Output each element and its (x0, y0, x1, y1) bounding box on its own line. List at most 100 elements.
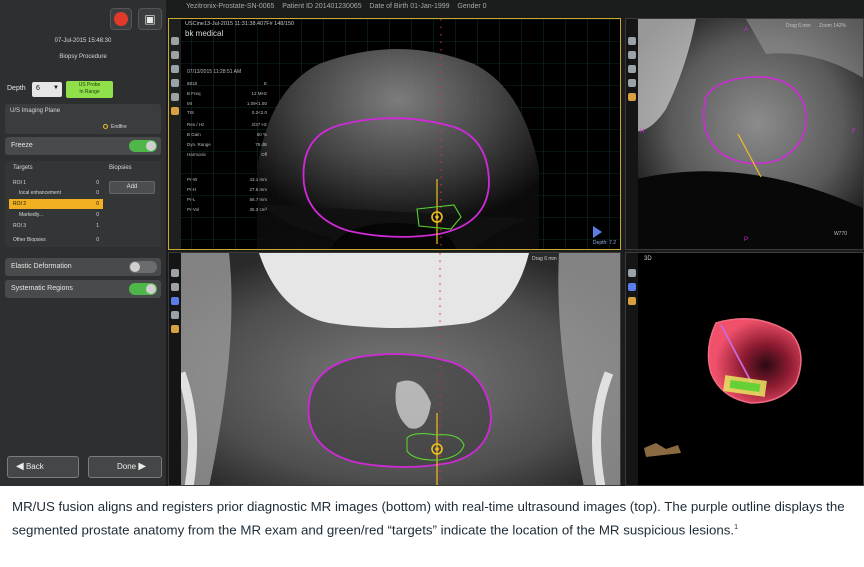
prostate-3d-model (644, 318, 802, 457)
sagittal-mr-viewport[interactable]: Drag 6 mm Zoom 142% A P H F W770 (625, 18, 864, 250)
us-measure-row: Pr-Vol 35.3 cm³ (187, 207, 267, 212)
done-button[interactable]: Done ▶ (88, 456, 162, 478)
target-row[interactable]: local enhancement 0 (9, 188, 103, 198)
imaging-plane-title: U/S Imaging Plane (10, 108, 61, 114)
us-measure-row: Pr-L 56.7 mm (187, 197, 267, 202)
reset-tool-icon[interactable] (171, 93, 179, 101)
depth-label: Depth (7, 85, 26, 92)
systematic-regions-toggle[interactable] (129, 283, 157, 295)
date-of-birth: Date of Birth 01-Jan-1999 (369, 3, 450, 10)
orientation-left: H (640, 129, 645, 135)
us-param-row: B Gain 50 % (187, 132, 267, 137)
target-count: 0 (96, 237, 99, 243)
sagittal-mr-image (626, 19, 863, 249)
ultrasound-toolbar (169, 19, 181, 249)
capture-tool-icon[interactable] (628, 93, 636, 101)
window-level-tool-icon[interactable] (171, 79, 179, 87)
target-count: 0 (96, 201, 99, 207)
depth-select[interactable]: 6 ▼ (32, 82, 62, 97)
sagittal-drag: Drag 6 mm (786, 23, 811, 29)
depth-readout: Depth: 7.2 (592, 240, 616, 246)
elastic-deformation-row: Elastic Deformation (5, 258, 161, 276)
us-measure-row: Pr-H 27.6 mm (187, 187, 267, 192)
orientation-right: F (852, 129, 856, 135)
axial-mr-viewport[interactable]: Drag 6 mm (168, 252, 621, 486)
orientation-bottom: P (744, 237, 749, 243)
us-param-row: B Freq 12 MHz (187, 91, 267, 96)
elastic-deformation-toggle[interactable] (129, 261, 157, 273)
record-icon (114, 12, 128, 26)
app-screenshot: ▣ 07-Jul-2015 15:48:30 Biopsy Procedure … (0, 0, 864, 486)
target-name: ROI 3 (13, 223, 27, 229)
camera-button[interactable]: ▣ (138, 8, 162, 30)
back-button[interactable]: ◀ Back (7, 456, 79, 478)
axial-toolbar (169, 253, 181, 485)
endfire-radio[interactable]: Endfire (103, 124, 127, 130)
window-level-tool-icon[interactable] (171, 311, 179, 319)
window-title: Yezitronix-Prostate-SN-0065 Patient ID 2… (186, 3, 487, 10)
capture-tool-icon[interactable] (171, 325, 179, 333)
case-name: Yezitronix-Prostate-SN-0065 (186, 3, 275, 10)
target-name: ROI 2 (13, 201, 27, 207)
scan-timestamp: 07/13/2015 11:28:51 AM (187, 69, 242, 75)
toggle-knob (146, 284, 156, 294)
us-param-row: MI 1.09<1.50 (187, 101, 267, 106)
procedure-name: Biopsy Procedure (59, 54, 107, 60)
gender: Gender 0 (457, 3, 487, 10)
target-count: 0 (96, 190, 99, 196)
probe-status-line2: In Range (79, 89, 100, 95)
measure-tool-icon[interactable] (628, 65, 636, 73)
target-row[interactable]: ROI 1 0 (9, 178, 103, 188)
orientation-top: A (744, 27, 749, 33)
control-panel: ▣ 07-Jul-2015 15:48:30 Biopsy Procedure … (0, 0, 166, 486)
sagittal-toolbar (626, 19, 638, 249)
systematic-regions-row: Systematic Regions (5, 280, 161, 298)
window-level-tool-icon[interactable] (628, 79, 636, 87)
elastic-deformation-label: Elastic Deformation (11, 263, 72, 270)
view-3d-label: 3D (644, 256, 652, 262)
target-row[interactable]: Markedly... 0 (9, 210, 103, 220)
target-name: ROI 1 (13, 180, 27, 186)
procedure-date: 07-Jul-2015 15:48:30 (54, 38, 112, 44)
axial-drag: Drag 6 mm (532, 256, 557, 262)
ultrasound-header: USCine13-Jul-2015 11:31:38.407F# 148/150 (185, 21, 295, 27)
sagittal-corner-label: W770 (833, 231, 847, 237)
chevron-down-icon: ▼ (53, 85, 59, 91)
pan-tool-icon[interactable] (628, 37, 636, 45)
forward-arrow-icon: ▶ (138, 461, 147, 472)
depth-value: 6 (36, 85, 40, 92)
capture-tool-icon[interactable] (628, 297, 636, 305)
add-biopsy-button[interactable]: Add (109, 181, 155, 194)
pan-tool-icon[interactable] (171, 269, 179, 277)
imaging-plane-section: U/S Imaging Plane Endfire (5, 104, 161, 134)
target-count: 0 (96, 212, 99, 218)
capture-tool-icon[interactable] (171, 107, 179, 115)
zoom-tool-icon[interactable] (171, 51, 179, 59)
measure-tool-icon[interactable] (171, 65, 179, 73)
rotate-tool-icon[interactable] (628, 283, 636, 291)
freeze-label: Freeze (11, 142, 33, 149)
pan-tool-icon[interactable] (171, 37, 179, 45)
camera-icon: ▣ (144, 12, 156, 26)
pan-tool-icon[interactable] (628, 269, 636, 277)
target-row-selected[interactable]: ROI 2 0 (9, 199, 103, 209)
record-button[interactable] (110, 8, 132, 30)
us-param-row: 8818 E (187, 81, 267, 86)
target-count: 0 (96, 180, 99, 186)
ultrasound-viewport[interactable]: USCine13-Jul-2015 11:31:38.407F# 148/150… (168, 18, 621, 250)
layer-tool-icon[interactable] (171, 297, 179, 305)
target-row[interactable]: ROI 3 1 (9, 221, 103, 231)
target-row[interactable]: Other Biopsies 0 (9, 235, 103, 245)
done-label: Done (117, 462, 137, 471)
zoom-tool-icon[interactable] (628, 51, 636, 59)
us-measure-row: Pr-W 43.1 mm (187, 177, 267, 182)
us-param-row: TIS 0.2<2.0 (187, 110, 267, 115)
probe-status-badge: US Probe In Range (66, 81, 113, 98)
freeze-toggle[interactable] (129, 140, 157, 152)
figure-caption: MR/US fusion aligns and registers prior … (12, 496, 857, 540)
back-arrow-icon: ◀ (16, 461, 24, 472)
view-3d-viewport[interactable]: 3D (625, 252, 864, 486)
zoom-tool-icon[interactable] (171, 283, 179, 291)
back-label: Back (25, 462, 44, 471)
patient-id: Patient ID 201401230065 (282, 3, 362, 10)
